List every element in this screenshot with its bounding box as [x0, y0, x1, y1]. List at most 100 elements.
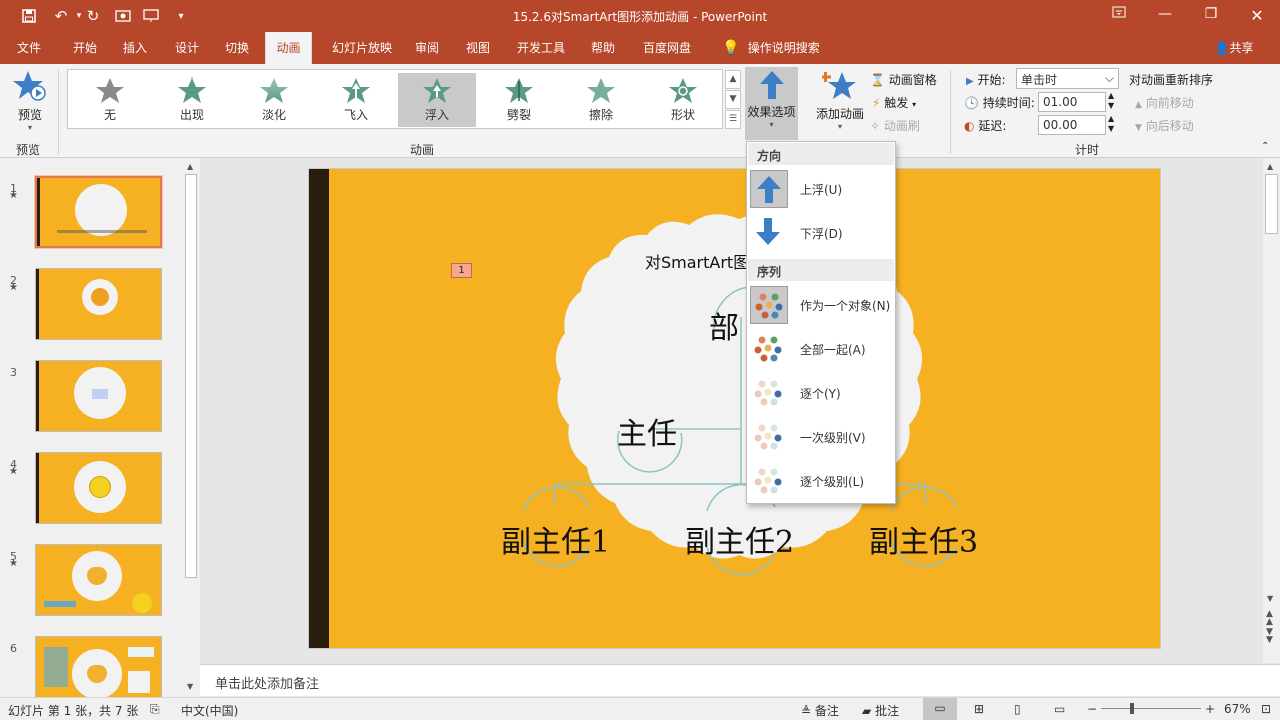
menu-item-as-one-object[interactable]: 作为一个对象(N) — [748, 283, 894, 327]
trigger-button[interactable]: ⚡ 触发 ▾ — [872, 94, 916, 111]
animation-wipe[interactable]: 擦除 — [562, 73, 640, 127]
tab-developer[interactable]: 开发工具 — [508, 32, 574, 64]
animation-pane-button[interactable]: ⌛ 动画窗格 — [870, 71, 937, 88]
slide-thumbnail-4[interactable] — [35, 452, 162, 524]
animation-fade[interactable]: 淡化 — [235, 73, 313, 127]
tab-design[interactable]: 设计 — [164, 32, 210, 64]
search-box[interactable]: 💡 操作说明搜索 — [716, 32, 826, 64]
node-top[interactable]: 部 — [709, 303, 739, 347]
restore-icon[interactable]: ❐ — [1199, 6, 1223, 26]
spell-check-icon[interactable]: ⎘ — [150, 702, 160, 717]
menu-item-float-down[interactable]: 下浮(D) — [748, 211, 894, 255]
menu-item-one-by-one[interactable]: 逐个(Y) — [748, 371, 894, 415]
node-deputy-3[interactable]: 副主任3 — [869, 517, 978, 561]
menu-item-level-one-by-one[interactable]: 逐个级别(L) — [748, 459, 894, 503]
collapse-ribbon-icon[interactable]: ⌃ — [1261, 141, 1269, 152]
comments-label: 批注 — [875, 704, 900, 718]
star-fade-icon — [260, 78, 288, 103]
language-indicator[interactable]: 中文(中国) — [181, 702, 238, 719]
menu-item-float-up[interactable]: 上浮(U) — [748, 167, 894, 211]
node-director[interactable]: 主任 — [617, 409, 677, 453]
slide-thumbnail-6[interactable] — [35, 636, 162, 698]
status-bar: 幻灯片 第 1 张，共 7 张 ⎘ 中文(中国) ≜ 备注 ▰ 批注 ▭ ⊞ ▯… — [0, 697, 1280, 720]
comments-button[interactable]: ▰ 批注 — [862, 702, 899, 719]
animation-star-icon: ★ — [9, 558, 18, 569]
slide-sorter-icon[interactable]: ⊞ — [974, 702, 984, 716]
normal-view-icon[interactable]: ▭ — [923, 698, 957, 720]
node-deputy-1[interactable]: 副主任1 — [501, 517, 610, 561]
slide-thumbnail-5[interactable] — [35, 544, 162, 616]
tab-file[interactable]: 文件 — [8, 32, 50, 64]
scroll-down-icon[interactable]: ▼ — [187, 682, 193, 691]
tab-help[interactable]: 帮助 — [582, 32, 624, 64]
delay-input[interactable]: 00.00 — [1038, 115, 1106, 135]
tab-slideshow[interactable]: 幻灯片放映 — [320, 32, 404, 64]
scroll-up-icon[interactable]: ▲ — [1267, 162, 1273, 171]
move-later-button[interactable]: ▼ 向后移动 — [1135, 117, 1194, 134]
slide-title[interactable]: 对SmartArt图 — [645, 249, 749, 273]
tab-baidu[interactable]: 百度网盘 — [632, 32, 702, 64]
animation-fly-in[interactable]: 飞入 — [317, 73, 395, 127]
dots-faded-icon — [750, 462, 788, 500]
zoom-slider[interactable] — [1101, 708, 1201, 709]
thumbnail-scrollbar[interactable]: ▲ ▼ — [183, 160, 199, 694]
animation-float-in[interactable]: 浮入 — [398, 73, 476, 127]
node-deputy-2[interactable]: 副主任2 — [685, 517, 794, 561]
slideshow-icon[interactable]: ▭ — [1054, 702, 1065, 716]
zoom-slider-thumb[interactable] — [1130, 703, 1134, 714]
close-icon[interactable]: ✕ — [1245, 6, 1269, 26]
group-separator — [58, 70, 59, 154]
gallery-more[interactable]: ☰ — [725, 110, 741, 129]
fit-to-window-icon[interactable]: ⊡ — [1261, 702, 1271, 716]
current-slide[interactable]: 1 对SmartArt图 部 主任 副主任1 副主任2 副主任3 — [308, 168, 1161, 649]
menu-item-level-at-once[interactable]: 一次级别(V) — [748, 415, 894, 459]
slide-thumbnail-3[interactable] — [35, 360, 162, 432]
preview-button[interactable]: 预览 ▾ — [10, 70, 50, 132]
effect-options-button[interactable]: 效果选项 ▾ — [745, 67, 798, 140]
animation-order-tag[interactable]: 1 — [451, 263, 472, 278]
zoom-level[interactable]: 67% — [1224, 702, 1251, 716]
scrollbar-thumb[interactable] — [185, 174, 197, 578]
notes-button[interactable]: ≜ 备注 — [801, 702, 839, 719]
scrollbar-thumb[interactable] — [1265, 174, 1278, 234]
duration-input[interactable]: 01.00 — [1038, 92, 1106, 112]
zoom-in-icon[interactable]: + — [1205, 702, 1215, 716]
gallery-scroll-down[interactable]: ▼ — [725, 90, 741, 109]
animation-none[interactable]: 无 — [71, 73, 149, 127]
slide-thumbnail-2[interactable] — [35, 268, 162, 340]
reorder-title: 对动画重新排序 — [1129, 73, 1214, 87]
scroll-up-icon[interactable]: ▲ — [187, 162, 193, 171]
scroll-down-icon[interactable]: ▼ — [1267, 594, 1273, 603]
slide-thumbnail-1[interactable] — [34, 175, 163, 249]
slide-scrollbar[interactable]: ▲ ▼ ▲ ▲ ▼ ▼ — [1263, 158, 1280, 663]
start-select[interactable]: 单击时 ⌵ — [1016, 68, 1119, 89]
next-slide-icon[interactable]: ▼ ▼ — [1266, 628, 1273, 645]
tab-animations[interactable]: 动画 — [265, 32, 312, 64]
gallery-scroll-up[interactable]: ▲ — [725, 70, 741, 89]
minimize-icon[interactable]: — — [1153, 6, 1177, 26]
notes-pane[interactable]: 单击此处添加备注 — [200, 664, 1280, 696]
animation-split[interactable]: 劈裂 — [480, 73, 558, 127]
ribbon-display-icon[interactable] — [1107, 6, 1131, 26]
menu-item-all-at-once[interactable]: 全部一起(A) — [748, 327, 894, 371]
smartart-graphic[interactable] — [309, 169, 1161, 649]
zoom-out-icon[interactable]: − — [1087, 702, 1097, 716]
tab-home[interactable]: 开始 — [62, 32, 108, 64]
move-earlier-button[interactable]: ▲ 向前移动 — [1135, 94, 1194, 111]
animation-appear[interactable]: 出现 — [153, 73, 231, 127]
start-label-text: 开始: — [977, 73, 1006, 87]
animation-label: 劈裂 — [506, 108, 531, 122]
previous-slide-icon[interactable]: ▲ ▲ — [1266, 610, 1273, 627]
animation-painter-button[interactable]: ✧ 动画刷 — [870, 117, 920, 134]
duration-spinner[interactable]: ▲ ▼ — [1108, 91, 1114, 111]
tab-review[interactable]: 审阅 — [406, 32, 448, 64]
tab-transitions[interactable]: 切换 — [214, 32, 260, 64]
share-button[interactable]: 👤共享 — [1206, 32, 1262, 64]
delay-spinner[interactable]: ▲ ▼ — [1108, 114, 1114, 134]
reading-view-icon[interactable]: ▯ — [1014, 702, 1021, 716]
tab-view[interactable]: 视图 — [456, 32, 500, 64]
start-label: ▶ 开始: — [966, 71, 1006, 88]
add-animation-button[interactable]: 添加动画 ▾ — [812, 70, 868, 134]
tab-insert[interactable]: 插入 — [112, 32, 158, 64]
animation-shape[interactable]: 形状 — [644, 73, 722, 127]
